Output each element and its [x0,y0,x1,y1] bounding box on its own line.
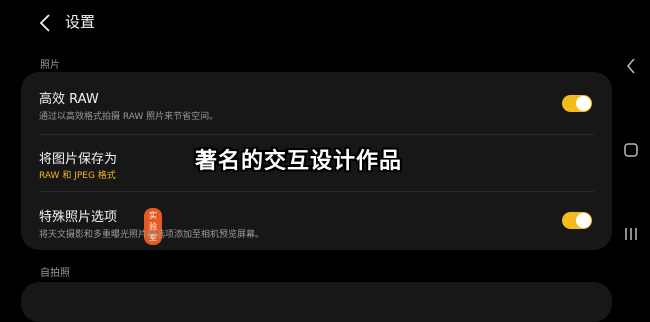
setting-row-efficient-raw[interactable]: 高效 RAW 通过以高效格式拍摄 RAW 照片来节省空间。 [21,72,612,134]
nav-recents-icon [625,228,637,240]
nav-back-icon [627,58,635,74]
section-label-photos: 照片 [40,60,60,71]
setting-title: 特殊照片选项 [39,210,118,225]
overlay-caption: 著名的交互设计作品 [195,149,403,174]
efficient-raw-toggle[interactable] [562,95,592,112]
navigation-bar [612,0,650,300]
setting-title: 高效 RAW [39,92,99,107]
setting-subtitle: 通过以高效格式拍摄 RAW 照片来节省空间。 [39,112,219,122]
setting-subtitle: 将天文摄影和多重曝光照片的选项添加至相机预览屏幕。 [39,230,265,240]
nav-home-icon [624,143,638,157]
setting-row-special-photo[interactable]: 特殊照片选项 实验室 将天文摄影和多重曝光照片的选项添加至相机预览屏幕。 [21,192,612,250]
back-button[interactable] [34,12,56,34]
chevron-left-icon [39,14,50,32]
setting-title: 将图片保存为 [39,152,118,167]
special-photo-toggle[interactable] [562,212,592,229]
section-label-selfie: 自拍照 [40,268,70,279]
top-bar: 设置 [0,0,612,46]
selfie-settings-card [21,282,612,322]
nav-recents-button[interactable] [621,224,641,244]
setting-value: RAW 和 JPEG 格式 [39,171,116,181]
nav-back-button[interactable] [621,56,641,76]
nav-home-button[interactable] [621,140,641,160]
toggle-knob [576,96,591,111]
page-title: 设置 [65,13,96,31]
toggle-knob [576,213,591,228]
